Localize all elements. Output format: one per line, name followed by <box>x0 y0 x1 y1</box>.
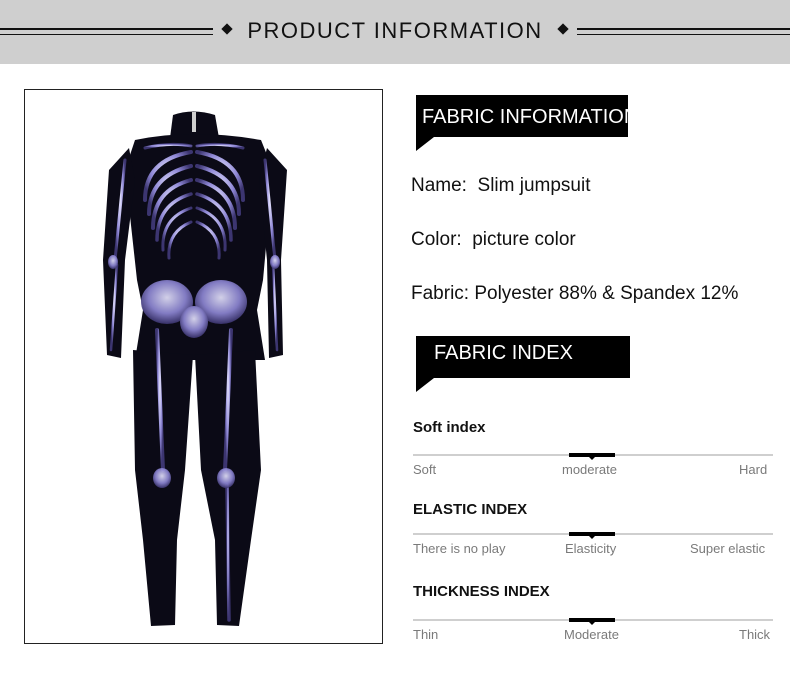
header-banner: PRODUCT INFORMATION <box>0 0 790 64</box>
elastic-index-title: ELASTIC INDEX <box>413 501 528 518</box>
fabric-information-tag: FABRIC INFORMATION <box>416 95 638 151</box>
soft-index-title: Soft index <box>413 419 486 436</box>
thickness-index-high-label: Thick <box>739 627 771 642</box>
thickness-index-low-label: Thin <box>413 627 439 642</box>
elastic-index-low-label: There is no play <box>413 541 506 556</box>
soft-index-mid-label: moderate <box>562 462 617 477</box>
diamond-icon <box>221 23 233 35</box>
thickness-index-mid-label: Moderate <box>564 627 619 642</box>
elastic-index-mid-label: Elasticity <box>565 541 617 556</box>
soft-index-high-label: Hard <box>739 462 768 477</box>
soft-index-low-label: Soft <box>413 462 437 477</box>
fabric-index-tag: FABRIC INDEX <box>416 336 630 392</box>
soft-index-marker <box>569 453 615 460</box>
product-color: Color: picture color <box>411 229 576 250</box>
elastic-index-high-label: Super elastic <box>690 541 766 556</box>
thickness-index-marker <box>569 618 615 625</box>
product-name: Name: Slim jumpsuit <box>411 175 591 196</box>
diamond-icon <box>557 23 569 35</box>
header-title-wrap: PRODUCT INFORMATION <box>0 18 790 44</box>
page-title: PRODUCT INFORMATION <box>247 18 543 43</box>
tag-tail <box>416 378 434 392</box>
elastic-index-marker <box>569 532 615 539</box>
zipper <box>192 112 196 132</box>
product-fabric: Fabric: Polyester 88% & Spandex 12% <box>411 283 739 304</box>
jumpsuit-illustration <box>103 111 287 626</box>
fabric-index-heading: FABRIC INDEX <box>434 342 573 364</box>
tag-tail <box>416 137 434 151</box>
product-image <box>24 89 383 644</box>
thickness-index-title: THICKNESS INDEX <box>413 583 550 600</box>
fabric-information-heading: FABRIC INFORMATION <box>422 106 639 128</box>
